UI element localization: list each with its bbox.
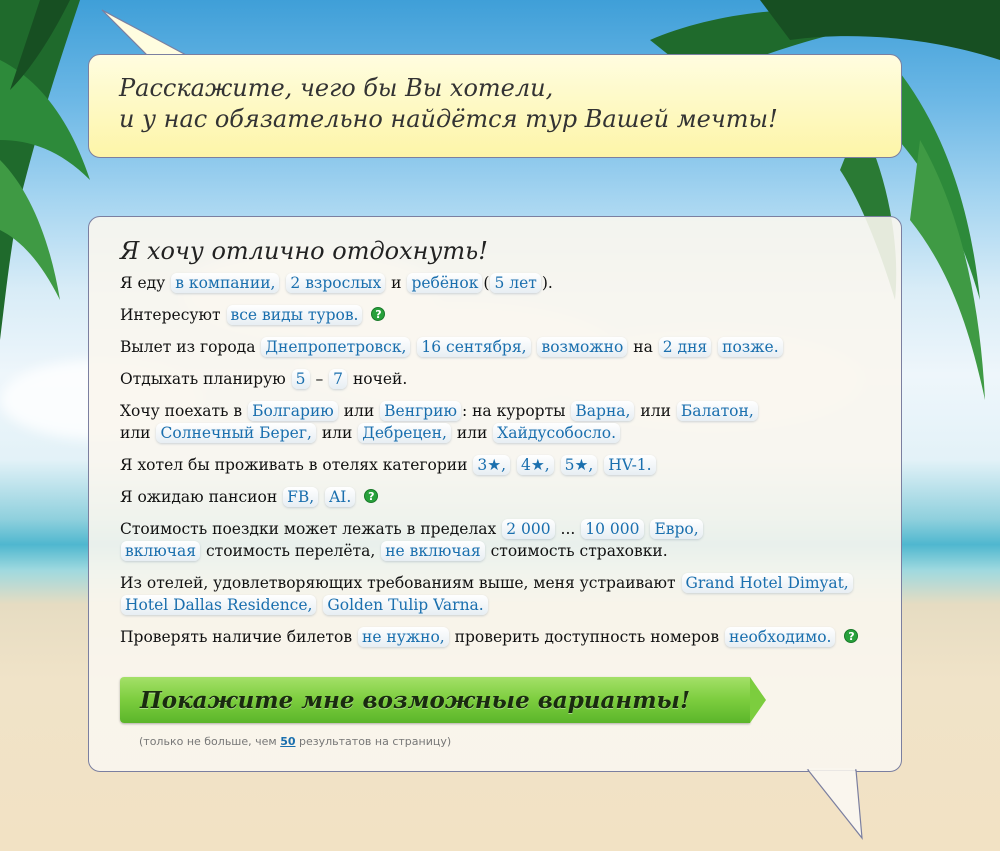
board-selector[interactable]: FB, [283, 487, 319, 507]
label: Я ожидаю пансион [120, 488, 278, 506]
label: Я еду [120, 274, 166, 292]
row-board: Я ожидаю пансион FB, AI. ? [120, 486, 870, 508]
row-hotel-category: Я хотел бы проживать в отелях категории … [120, 454, 870, 476]
label: стоимость страховки. [490, 542, 668, 560]
row-departure: Вылет из города Днепропетровск, 16 сентя… [120, 336, 870, 358]
hotel-selector[interactable]: Grand Hotel Dimyat, [681, 573, 853, 593]
label: или [640, 402, 671, 420]
label: : на курорты [461, 402, 566, 420]
label: Проверять наличие билетов [120, 628, 353, 646]
row-destination: Хочу поехать в Болгарию или Венгрию: на … [120, 400, 870, 444]
label: Хочу поехать в [120, 402, 243, 420]
row-nights: Отдыхать планирую 5 – 7 ночей. [120, 368, 870, 390]
resort-selector[interactable]: Хайдусобосло. [493, 423, 620, 443]
label: или [321, 424, 353, 442]
flight-included-selector[interactable]: включая [121, 541, 201, 561]
row-tour-types: Интересуют все виды туров. ? [120, 304, 870, 326]
label: проверить доступность номеров [454, 628, 720, 646]
adults-selector[interactable]: 2 взрослых [286, 273, 386, 293]
flex-direction-selector[interactable]: позже. [718, 337, 783, 357]
label: Вылет из города [120, 338, 256, 356]
show-options-button[interactable]: Покажите мне возможные варианты! [120, 677, 750, 723]
departure-city-selector[interactable]: Днепропетровск, [261, 337, 411, 357]
currency-selector[interactable]: Евро, [650, 519, 703, 539]
label: и [391, 274, 402, 292]
label: (только не больше, чем [139, 735, 277, 748]
category-selector[interactable]: 4★, [517, 455, 554, 475]
country-selector[interactable]: Болгарию [248, 401, 338, 421]
country-selector[interactable]: Венгрию [380, 401, 461, 421]
label: ( [483, 274, 490, 292]
form-title: Я хочу отлично отдохнуть! [120, 237, 488, 265]
hotel-selector[interactable]: Golden Tulip Varna. [323, 595, 488, 615]
label: – [315, 370, 324, 388]
board-selector[interactable]: AI. [325, 487, 356, 507]
help-icon[interactable]: ? [371, 307, 386, 321]
label: результатов на страницу) [299, 735, 452, 748]
label: Интересуют [120, 306, 221, 324]
category-selector[interactable]: 5★, [560, 455, 598, 475]
label: Из отелей, удовлетворяющих требованиям в… [120, 574, 676, 592]
help-icon[interactable]: ? [364, 489, 379, 503]
row-travel-party: Я еду в компании, 2 взрослых и ребёнок(5… [120, 272, 870, 294]
intro-line-2: и у нас обязательно найдётся тур Вашей м… [119, 105, 778, 133]
speech-bubble-tail [806, 768, 863, 840]
price-max-selector[interactable]: 10 000 [581, 519, 644, 539]
hotel-selector[interactable]: Hotel Dallas Residence, [121, 595, 317, 615]
price-min-selector[interactable]: 2 000 [502, 519, 555, 539]
departure-date-selector[interactable]: 16 сентября, [417, 337, 531, 357]
rooms-check-selector[interactable]: необходимо. [725, 627, 836, 647]
child-age-selector[interactable]: 5 лет [490, 273, 541, 293]
child-selector[interactable]: ребёнок [407, 273, 483, 293]
row-availability: Проверять наличие билетов не нужно, пров… [120, 626, 870, 648]
label: Стоимость поездки может лежать в предела… [120, 520, 497, 538]
category-selector[interactable]: HV-1. [604, 455, 656, 475]
label: или [343, 402, 375, 420]
label: ). [541, 274, 553, 292]
label: ... [560, 520, 576, 538]
resort-selector[interactable]: Балатон, [676, 401, 758, 421]
resort-selector[interactable]: Солнечный Берег, [156, 423, 316, 443]
label: или [120, 424, 151, 442]
label: стоимость перелёта, [205, 542, 376, 560]
nights-to-selector[interactable]: 7 [329, 369, 348, 389]
cta-container: Покажите мне возможные варианты! [120, 677, 766, 723]
flex-days-selector[interactable]: 2 дня [658, 337, 712, 357]
nights-from-selector[interactable]: 5 [291, 369, 310, 389]
date-flex-selector[interactable]: возможно [537, 337, 628, 357]
label: Я хотел бы проживать в отелях категории [120, 456, 468, 474]
resort-selector[interactable]: Варна, [571, 401, 635, 421]
category-selector[interactable]: 3★, [473, 455, 511, 475]
insurance-included-selector[interactable]: не включая [381, 541, 485, 561]
label: или [456, 424, 488, 442]
resort-selector[interactable]: Дебрецен, [358, 423, 451, 443]
label: ночей. [352, 370, 408, 388]
row-hotels: Из отелей, удовлетворяющих требованиям в… [120, 572, 870, 616]
intro-line-1: Расскажите, чего бы Вы хотели, [119, 74, 554, 102]
help-icon[interactable]: ? [844, 629, 859, 643]
results-per-page-note: (только не больше, чем 50 результатов на… [139, 735, 451, 748]
tour-types-selector[interactable]: все виды туров. [226, 305, 363, 325]
tour-request-form: Я хочу отлично отдохнуть! Я еду в компан… [88, 216, 902, 772]
company-selector[interactable]: в компании, [171, 273, 280, 293]
intro-speech-bubble: Расскажите, чего бы Вы хотели, и у нас о… [88, 54, 902, 158]
results-count-link[interactable]: 50 [280, 735, 295, 748]
label: Отдыхать планирую [120, 370, 286, 388]
tickets-check-selector[interactable]: не нужно, [358, 627, 449, 647]
label: на [633, 338, 653, 356]
row-price: Стоимость поездки может лежать в предела… [120, 518, 870, 562]
cta-arrow [750, 677, 766, 723]
